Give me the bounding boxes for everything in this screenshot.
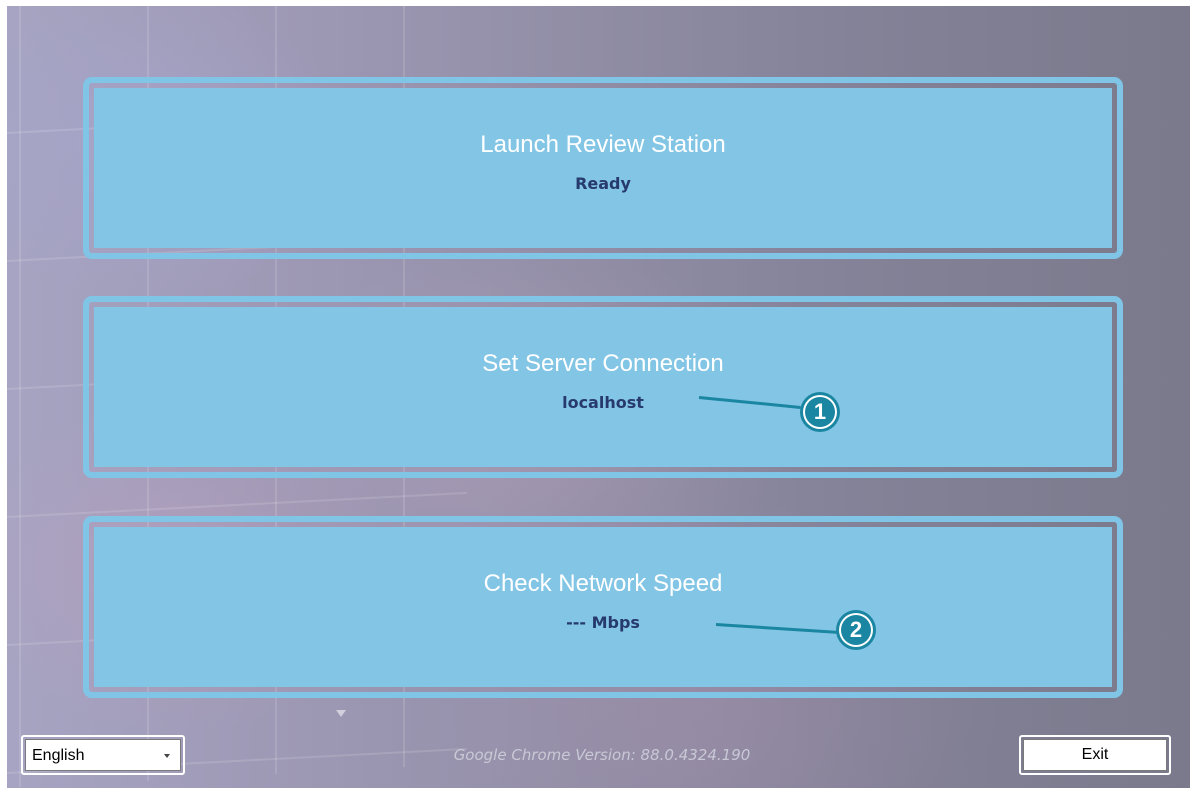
- language-select[interactable]: English: [21, 735, 185, 775]
- set-server-connection-title: Set Server Connection: [482, 350, 724, 377]
- chevron-down-icon[interactable]: [164, 754, 170, 758]
- callout-2-ring: 2: [839, 613, 873, 647]
- launch-review-station-panel: Launch Review Station Ready: [94, 88, 1112, 248]
- network-speed-text: --- Mbps: [566, 613, 640, 632]
- language-select-value: English: [32, 747, 85, 764]
- launch-review-station-title: Launch Review Station: [480, 131, 726, 158]
- background-arrow-marker: [336, 710, 346, 717]
- check-network-speed-button[interactable]: Check Network Speed --- Mbps: [83, 516, 1123, 698]
- language-select-box[interactable]: English: [25, 739, 181, 771]
- exit-button-label: Exit: [1023, 739, 1167, 771]
- check-network-speed-panel: Check Network Speed --- Mbps: [94, 527, 1112, 687]
- callout-1-badge: 1: [800, 392, 840, 432]
- callout-1-number: 1: [805, 397, 835, 427]
- set-server-connection-panel: Set Server Connection localhost: [94, 307, 1112, 467]
- server-address-text: localhost: [562, 393, 644, 412]
- launcher-window: Launch Review Station Ready Set Server C…: [7, 6, 1190, 788]
- callout-2-number: 2: [841, 615, 871, 645]
- set-server-connection-button[interactable]: Set Server Connection localhost: [83, 296, 1123, 478]
- launch-review-station-button[interactable]: Launch Review Station Ready: [83, 77, 1123, 259]
- callout-2-badge: 2: [836, 610, 876, 650]
- browser-version-label: Google Chrome Version: 88.0.4324.190: [453, 746, 751, 764]
- check-network-speed-title: Check Network Speed: [483, 570, 723, 597]
- launch-status-text: Ready: [575, 174, 631, 193]
- exit-button[interactable]: Exit: [1019, 735, 1171, 775]
- callout-1-ring: 1: [803, 395, 837, 429]
